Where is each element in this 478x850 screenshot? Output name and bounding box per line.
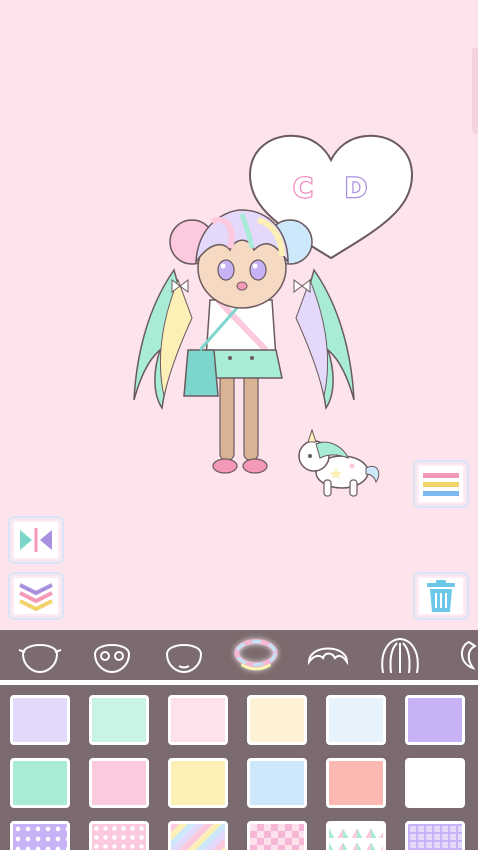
- swatch-pink[interactable]: [89, 758, 149, 808]
- menu-icon: [423, 473, 459, 496]
- swatch-purple[interactable]: [405, 695, 465, 745]
- menu-button[interactable]: [415, 462, 467, 506]
- swatch-pattern-pastel-stripes[interactable]: [168, 821, 228, 850]
- head-icon: [165, 644, 203, 674]
- long-hair-icon: [381, 637, 419, 674]
- bangs-icon: [307, 647, 349, 666]
- bubble-letter-d: D: [344, 173, 369, 204]
- flip-icon: [20, 528, 52, 552]
- category-bar: [0, 630, 478, 680]
- category-head[interactable]: [160, 633, 208, 677]
- flip-button[interactable]: [10, 518, 62, 562]
- swatch-lavender[interactable]: [10, 695, 70, 745]
- swatch-pattern-pink-argyle[interactable]: [247, 821, 307, 850]
- trash-button[interactable]: [415, 574, 467, 618]
- unicorn-pet[interactable]: [290, 428, 386, 500]
- swatch-mint[interactable]: [89, 695, 149, 745]
- trash-icon: [427, 580, 455, 612]
- category-bangs[interactable]: [304, 633, 352, 677]
- swatch-pattern-pastel-triangles[interactable]: [326, 821, 386, 850]
- swatch-blush[interactable]: [168, 695, 228, 745]
- dressup-stage: C D: [0, 0, 478, 630]
- swatch-sky-blue[interactable]: [247, 758, 307, 808]
- swatch-ice-blue[interactable]: [326, 695, 386, 745]
- swatch-pattern-lilac-check[interactable]: [405, 821, 465, 850]
- layer-down-button[interactable]: [10, 574, 62, 618]
- swatch-pattern-purple-dots[interactable]: [10, 821, 70, 850]
- halo-icon: [234, 639, 278, 671]
- eyes-icon: [93, 644, 131, 674]
- category-long-hair[interactable]: [376, 633, 424, 677]
- hair-accessory-icon: [461, 640, 477, 670]
- scroll-indicator[interactable]: [472, 48, 478, 134]
- swatch-cream[interactable]: [247, 695, 307, 745]
- swatch-aqua[interactable]: [10, 758, 70, 808]
- category-face-shape[interactable]: [16, 633, 64, 677]
- category-hair-accessory[interactable]: [448, 633, 478, 677]
- swatch-yellow[interactable]: [168, 758, 228, 808]
- bubble-letter-c: C: [292, 173, 314, 204]
- color-swatch-grid: [0, 685, 478, 850]
- category-halo[interactable]: [232, 633, 280, 677]
- category-eyes[interactable]: [88, 633, 136, 677]
- swatch-white[interactable]: [405, 758, 465, 808]
- swatch-salmon[interactable]: [326, 758, 386, 808]
- layer-down-icon: [19, 583, 53, 612]
- face-shape-icon: [18, 644, 62, 674]
- swatch-pattern-pink-dots[interactable]: [89, 821, 149, 850]
